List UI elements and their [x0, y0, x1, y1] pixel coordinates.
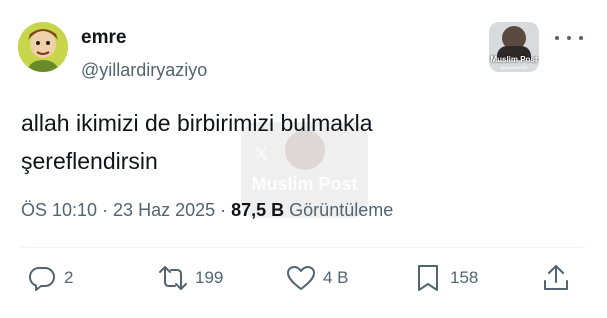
- bookmark-count: 158: [450, 268, 479, 287]
- avatar[interactable]: [18, 22, 68, 72]
- like-count: 4 B: [323, 268, 349, 287]
- tweet-meta: ÖS 10:10 · 23 Haz 2025 · 87,5 B Görüntül…: [21, 200, 393, 221]
- more-icon[interactable]: [555, 31, 583, 45]
- like-button[interactable]: 4 B: [285, 263, 349, 293]
- share-button[interactable]: [540, 263, 572, 293]
- repost-button[interactable]: 199: [157, 263, 223, 293]
- repost-icon: [159, 266, 187, 290]
- reply-count: 2: [64, 268, 74, 287]
- divider: [21, 247, 586, 248]
- reply-button[interactable]: 2: [26, 263, 73, 293]
- badge-title: Muslim Post: [490, 55, 538, 64]
- badge-subtitle: @MuslimPOST: [500, 65, 528, 70]
- views-count: 87,5 B: [231, 200, 285, 220]
- author-display-name[interactable]: emre: [81, 27, 126, 49]
- share-icon: [544, 265, 568, 290]
- reply-icon: [28, 266, 55, 291]
- bookmark-button[interactable]: 158: [412, 263, 478, 293]
- repost-count: 199: [195, 268, 224, 287]
- bookmark-icon: [418, 265, 438, 291]
- views-label: Görüntüleme: [284, 200, 394, 220]
- like-icon: [287, 266, 315, 290]
- tweet-text: allah ikimizi de birbirimizi bulmakla şe…: [21, 110, 373, 174]
- timestamp[interactable]: ÖS 10:10 · 23 Haz 2025 ·: [21, 200, 231, 220]
- author-handle[interactable]: @yillardiryaziyo: [81, 60, 207, 81]
- avatar-image: [18, 22, 68, 72]
- muslim-post-badge[interactable]: Muslim Post @MuslimPOST: [489, 22, 539, 72]
